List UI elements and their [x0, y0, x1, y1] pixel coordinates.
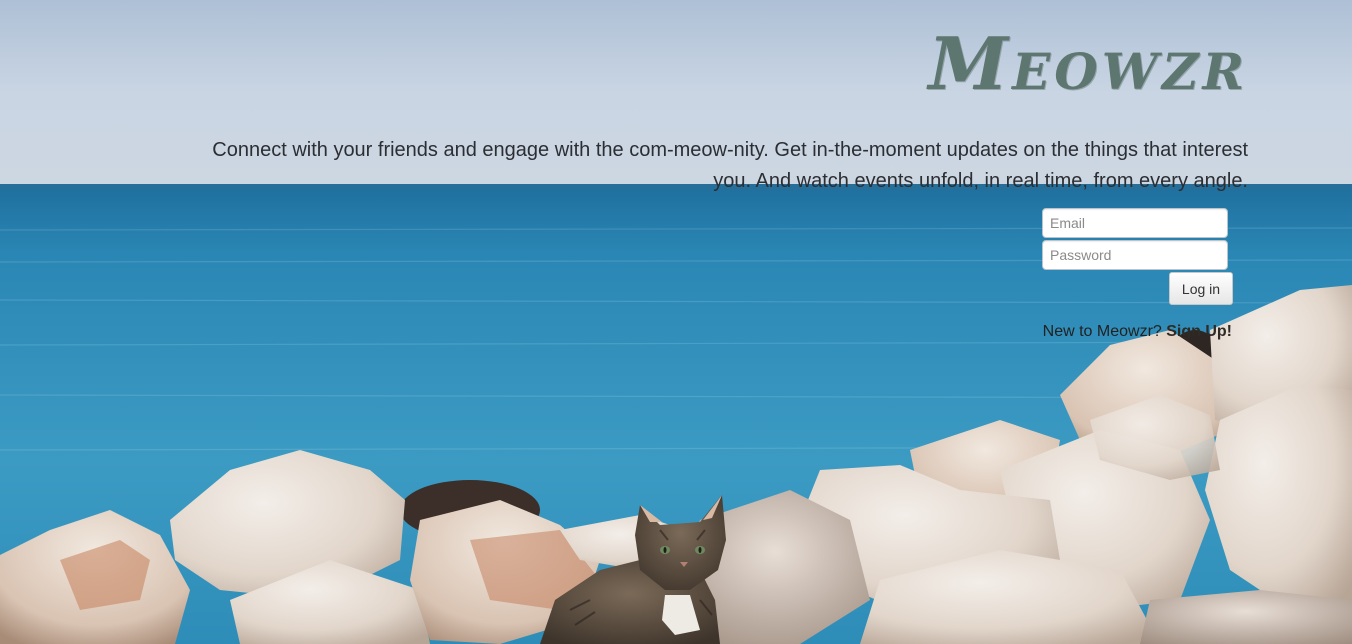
login-form: Log in — [1042, 208, 1233, 305]
password-field[interactable] — [1042, 240, 1228, 270]
signup-prompt: New to Meowzr? Sign Up! — [1043, 323, 1232, 341]
signup-prompt-text: New to Meowzr? — [1042, 323, 1167, 340]
signup-link[interactable]: Sign Up! — [1166, 323, 1232, 340]
hero-content: Meowzr Connect with your friends and eng… — [0, 0, 1352, 644]
tagline-line-2: you. And watch events unfold, in real ti… — [713, 170, 1248, 192]
email-field[interactable] — [1042, 208, 1228, 238]
tagline-line-1: Connect with your friends and engage wit… — [212, 139, 1248, 161]
brand-logo[interactable]: Meowzr — [928, 28, 1248, 100]
tagline: Connect with your friends and engage wit… — [138, 135, 1248, 197]
landing-page: Meowzr Connect with your friends and eng… — [0, 0, 1352, 644]
login-button[interactable]: Log in — [1169, 272, 1233, 305]
